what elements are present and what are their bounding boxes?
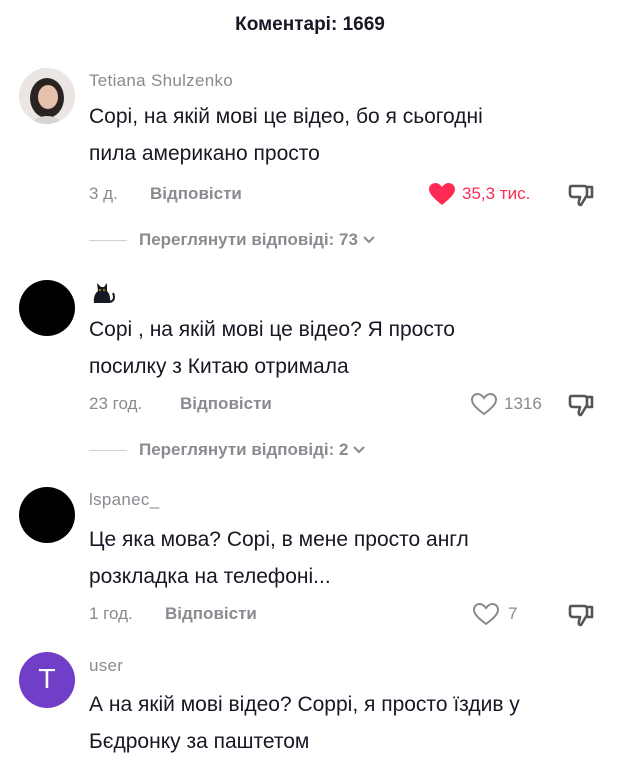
chevron-down-icon: [363, 236, 375, 244]
view-replies-label: Переглянути відповіді: 2: [139, 440, 349, 459]
reply-button[interactable]: Відповісти: [180, 394, 272, 414]
reply-button[interactable]: Відповісти: [150, 184, 242, 204]
comment-text-line: Сорі, на якій мові це відео, бо я сьогод…: [89, 105, 483, 128]
username[interactable]: user: [89, 656, 123, 676]
cat-icon[interactable]: [89, 278, 117, 306]
comment-text-line: посилку з Китаю отримала: [89, 355, 349, 378]
comment-time: 23 год.: [89, 394, 143, 413]
like-count: 1316: [504, 394, 542, 413]
comment-text: Сорі, на якій мові це відео, бо я сьогод…: [89, 98, 599, 172]
comment-text-line: Сорі , на якій мові це відео? Я просто: [89, 318, 455, 341]
heart-filled-icon: [429, 183, 455, 205]
view-replies-button[interactable]: Переглянути відповіді: 2: [89, 440, 366, 460]
comment-text-line: Це яка мова? Сорі, в мене просто англ: [89, 528, 469, 551]
comment-text-line: Бєдронку за паштетом: [89, 730, 310, 753]
divider: [89, 239, 127, 241]
comment-text: А на якій мові відео? Соррі, я просто їз…: [89, 686, 599, 760]
username[interactable]: Tetiana Shulzenko: [89, 71, 233, 91]
user-photo-icon: [19, 68, 75, 124]
view-replies-button[interactable]: Переглянути відповіді: 73: [89, 230, 376, 250]
heart-outline-icon: [472, 602, 500, 626]
like-count: 7: [508, 604, 518, 623]
comment-text: Це яка мова? Сорі, в мене просто англ ро…: [89, 521, 599, 595]
view-replies-label: Переглянути відповіді: 73: [139, 230, 358, 249]
dislike-icon[interactable]: [566, 599, 596, 629]
comments-title: Коментарі: 1669: [235, 14, 385, 35]
like-count: 35,3 тис.: [462, 184, 531, 203]
username[interactable]: lspanec_: [89, 490, 159, 510]
like-button[interactable]: 35,3 тис.: [428, 182, 530, 206]
divider: [89, 449, 127, 451]
reply-button[interactable]: Відповісти: [165, 604, 257, 624]
comment-text-line: пила американо просто: [89, 142, 320, 165]
dislike-icon[interactable]: [566, 389, 596, 419]
avatar[interactable]: [19, 68, 75, 124]
like-button[interactable]: 1316: [470, 392, 542, 416]
dislike-icon[interactable]: [566, 179, 596, 209]
avatar[interactable]: [19, 280, 75, 336]
comment-time: 3 д.: [89, 184, 118, 203]
comment-time: 1 год.: [89, 604, 133, 623]
comment-text: Сорі , на якій мові це відео? Я просто п…: [89, 311, 599, 385]
comment-text-line: А на якій мові відео? Соррі, я просто їз…: [89, 693, 520, 716]
avatar[interactable]: [19, 487, 75, 543]
like-button[interactable]: 7: [472, 602, 517, 626]
heart-outline-icon: [470, 392, 498, 416]
avatar[interactable]: T: [19, 652, 75, 708]
chevron-down-icon: [353, 446, 366, 454]
comment-text-line: розкладка на телефоні...: [89, 565, 331, 588]
